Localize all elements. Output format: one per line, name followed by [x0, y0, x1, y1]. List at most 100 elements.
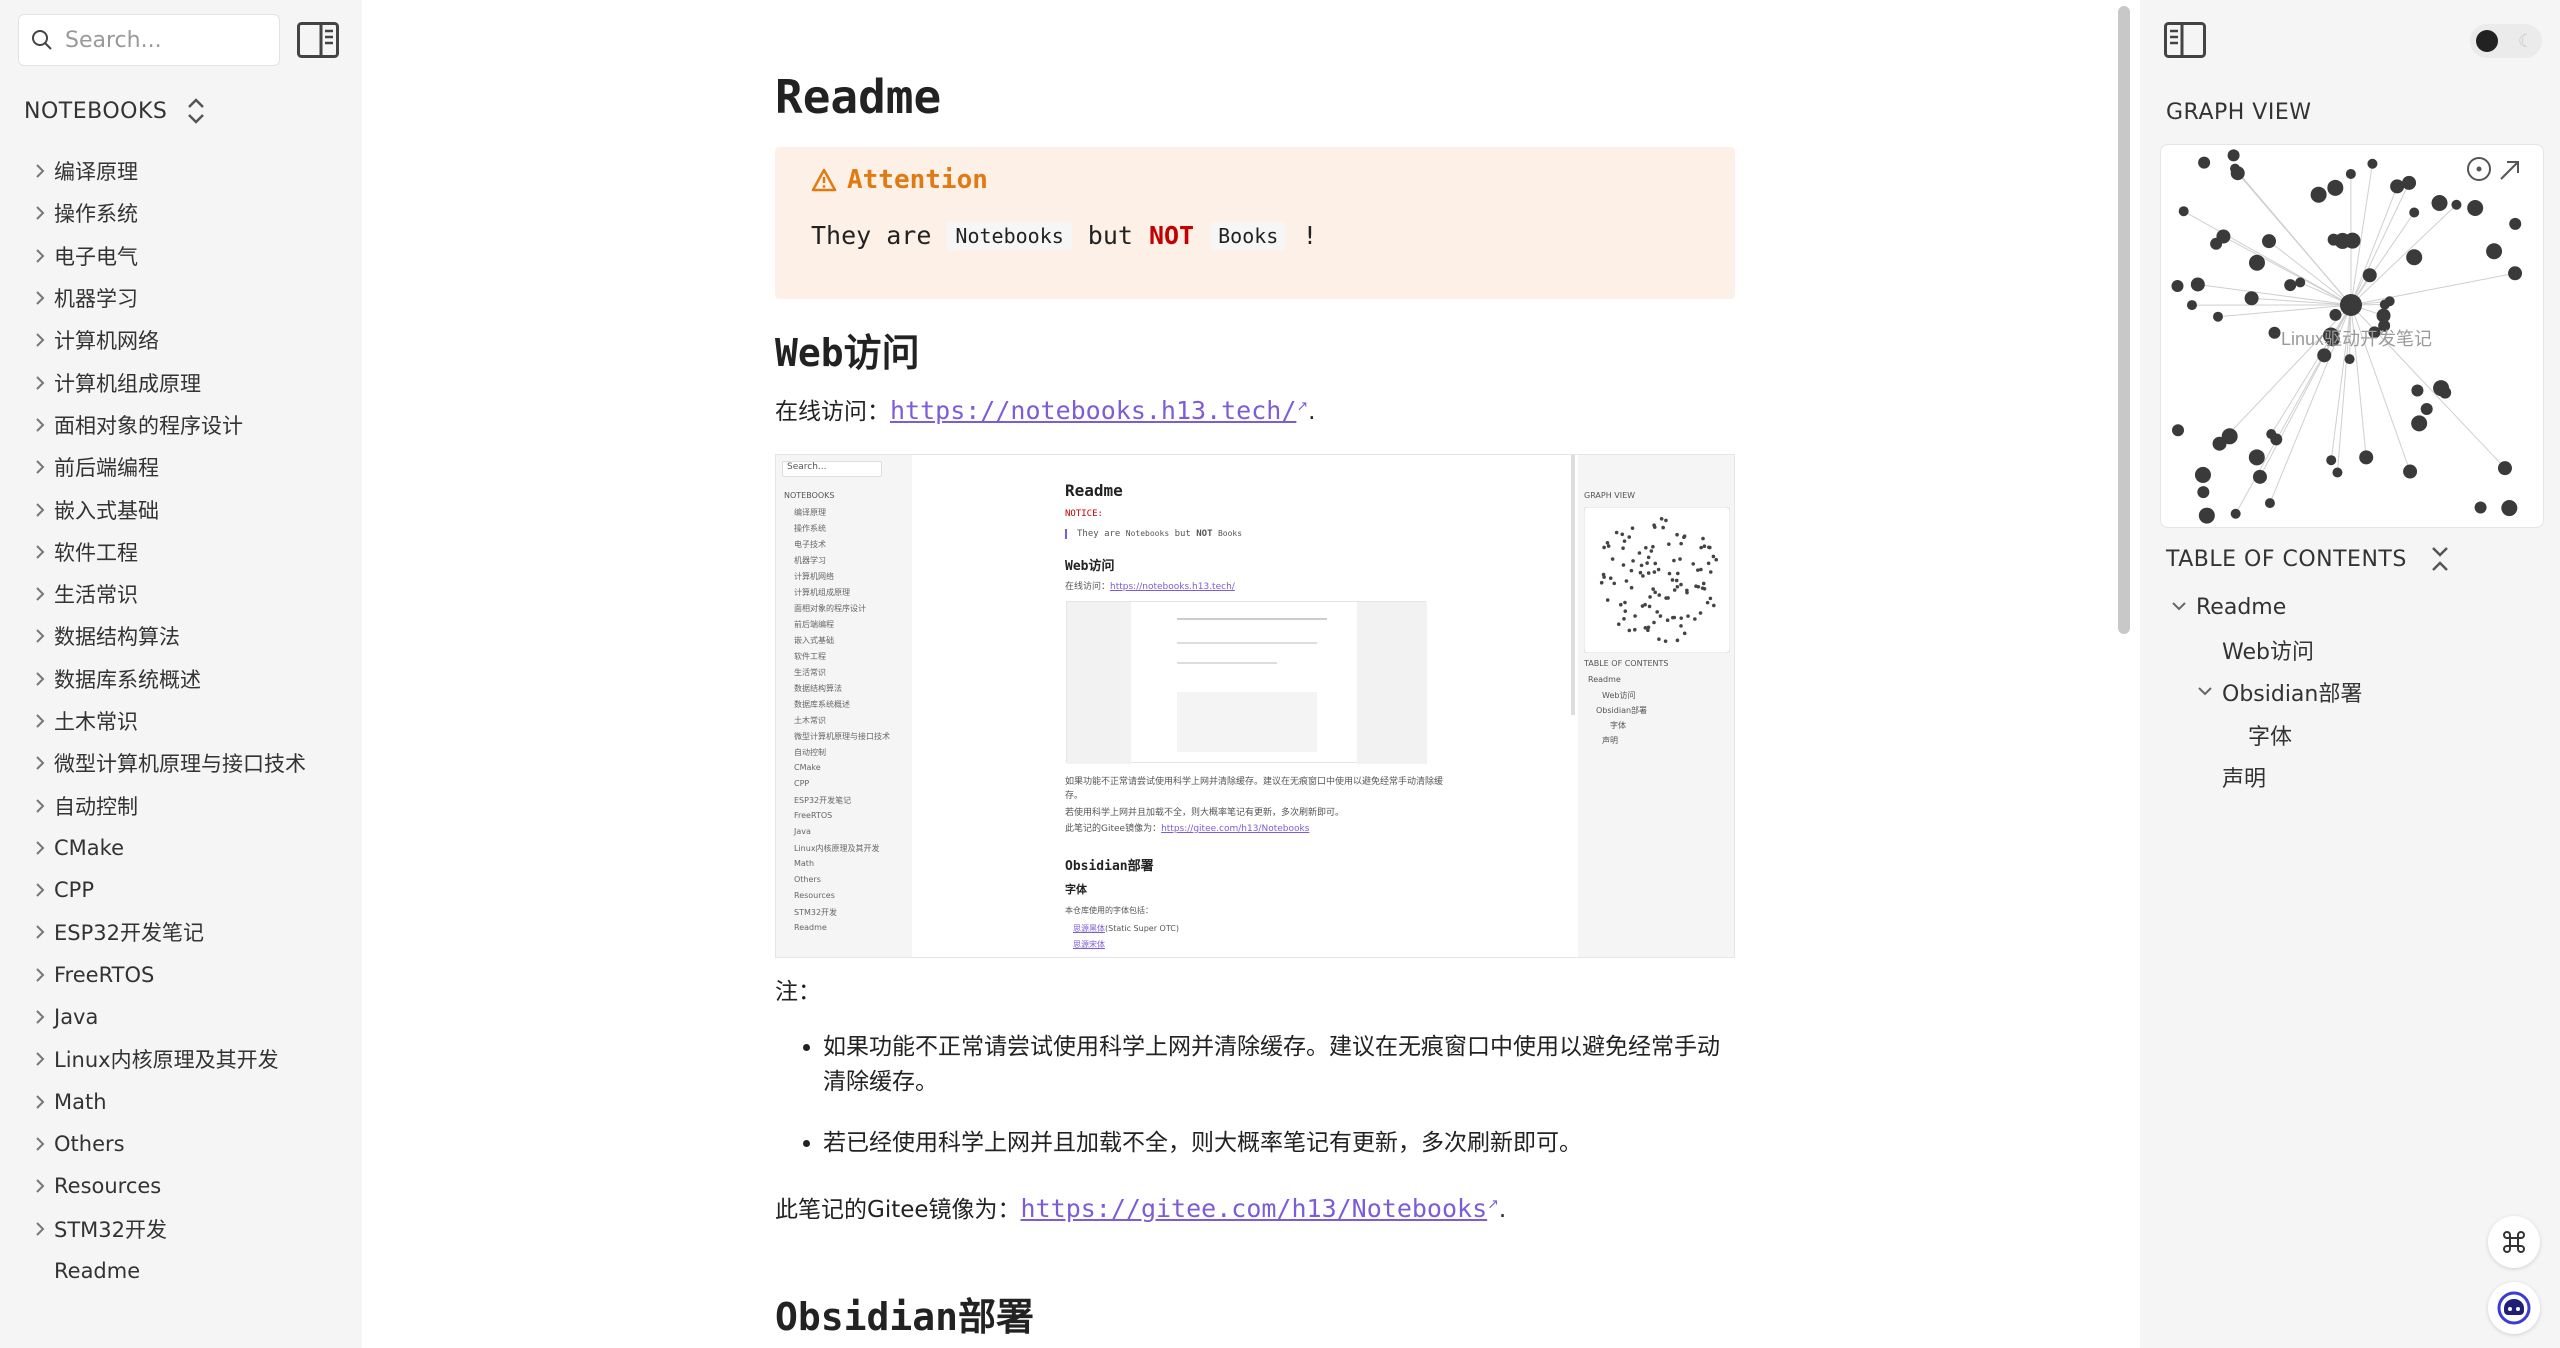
graph-node[interactable]: [2216, 229, 2231, 244]
notebook-item[interactable]: 前后端编程: [26, 446, 356, 488]
graph-node[interactable]: [2230, 163, 2241, 174]
graph-node[interactable]: [2486, 243, 2503, 260]
graph-node[interactable]: [2172, 424, 2185, 437]
right-panel-toggle-icon[interactable]: [2164, 22, 2206, 58]
graph-node[interactable]: [2497, 461, 2512, 476]
chevron-up-down-icon[interactable]: [185, 96, 207, 126]
online-access-link[interactable]: https://notebooks.h13.tech/: [890, 396, 1296, 425]
chevron-right-icon[interactable]: [26, 839, 54, 857]
graph-node[interactable]: [2317, 348, 2332, 363]
chevron-right-icon[interactable]: [26, 881, 54, 899]
graph-node[interactable]: [2340, 294, 2362, 316]
notebook-item[interactable]: 自动控制: [26, 784, 356, 826]
chevron-down-icon[interactable]: [2192, 682, 2218, 702]
graph-node[interactable]: [2367, 158, 2378, 169]
notebook-item[interactable]: 面相对象的程序设计: [26, 404, 356, 446]
command-button[interactable]: [2488, 1216, 2540, 1268]
toc-item-web[interactable]: Web访问: [2166, 629, 2362, 672]
chevron-right-icon[interactable]: [26, 501, 54, 519]
graph-node[interactable]: [2198, 507, 2215, 524]
graph-node[interactable]: [2411, 384, 2424, 397]
graph-node[interactable]: [2359, 450, 2374, 465]
graph-node[interactable]: [2212, 311, 2223, 322]
graph-node[interactable]: [2344, 354, 2355, 365]
notebook-item[interactable]: Others: [26, 1123, 356, 1165]
notebook-item[interactable]: ESP32开发笔记: [26, 911, 356, 953]
chat-assistant-button[interactable]: [2488, 1282, 2540, 1334]
chevron-right-icon[interactable]: [26, 1220, 54, 1238]
graph-node[interactable]: [2433, 380, 2450, 397]
graph-node[interactable]: [2248, 254, 2265, 271]
graph-node[interactable]: [2284, 279, 2297, 292]
notebook-item[interactable]: 数据库系统概述: [26, 658, 356, 700]
notebook-item[interactable]: 软件工程: [26, 531, 356, 573]
chevron-right-icon[interactable]: [26, 374, 54, 392]
notebook-item[interactable]: 计算机网络: [26, 319, 356, 361]
chevron-right-icon[interactable]: [26, 289, 54, 307]
graph-node[interactable]: [2248, 449, 2265, 466]
graph-node[interactable]: [2268, 326, 2281, 339]
graph-node[interactable]: [2178, 206, 2189, 217]
graph-node[interactable]: [2327, 179, 2344, 196]
graph-node[interactable]: [2509, 217, 2522, 230]
toc-item-readme[interactable]: Readme: [2166, 586, 2362, 629]
chevron-right-icon[interactable]: [26, 204, 54, 222]
graph-node[interactable]: [2252, 469, 2267, 484]
notebook-item[interactable]: STM32开发: [26, 1207, 356, 1249]
notebook-item[interactable]: 操作系统: [26, 192, 356, 234]
chevron-right-icon[interactable]: [26, 1008, 54, 1026]
notebook-item[interactable]: 电子电气: [26, 235, 356, 277]
sidebar-toggle-icon[interactable]: [297, 22, 339, 58]
chevron-right-icon[interactable]: [26, 966, 54, 984]
graph-node[interactable]: [2384, 296, 2395, 307]
graph-node[interactable]: [2362, 268, 2377, 283]
graph-node[interactable]: [2212, 436, 2227, 451]
chevron-right-icon[interactable]: [26, 458, 54, 476]
theme-toggle[interactable]: ☾: [2470, 24, 2542, 58]
chevron-right-icon[interactable]: [26, 797, 54, 815]
notebooks-header[interactable]: NOTEBOOKS: [24, 96, 207, 126]
toc-item-font[interactable]: 字体: [2166, 714, 2362, 757]
chevron-right-icon[interactable]: [26, 162, 54, 180]
notebook-item[interactable]: CPP: [26, 869, 356, 911]
graph-canvas[interactable]: Linux驱动开发笔记: [2161, 145, 2544, 528]
graph-node[interactable]: [2326, 455, 2337, 466]
notebook-item[interactable]: Java: [26, 996, 356, 1038]
chevron-right-icon[interactable]: [26, 1177, 54, 1195]
graph-node[interactable]: [2198, 156, 2211, 169]
graph-node[interactable]: [2186, 300, 2197, 311]
graph-node[interactable]: [2264, 498, 2275, 509]
main-scrollbar[interactable]: [2118, 6, 2130, 634]
notebook-item[interactable]: 计算机组成原理: [26, 361, 356, 403]
graph-node[interactable]: [2431, 194, 2448, 211]
chevron-right-icon[interactable]: [26, 416, 54, 434]
chevron-right-icon[interactable]: [26, 247, 54, 265]
graph-node[interactable]: [2197, 486, 2210, 499]
graph-node[interactable]: [2501, 500, 2518, 517]
collapse-all-icon[interactable]: [2429, 544, 2451, 574]
graph-node[interactable]: [2262, 234, 2277, 249]
chevron-right-icon[interactable]: [26, 1135, 54, 1153]
chevron-right-icon[interactable]: [26, 923, 54, 941]
notebook-item[interactable]: 机器学习: [26, 277, 356, 319]
graph-node[interactable]: [2467, 200, 2484, 217]
graph-node[interactable]: [2310, 186, 2327, 203]
graph-node[interactable]: [2402, 175, 2417, 190]
graph-node[interactable]: [2390, 179, 2405, 194]
graph-node[interactable]: [2406, 249, 2423, 266]
chevron-right-icon[interactable]: [26, 543, 54, 561]
notebook-item[interactable]: Readme: [26, 1250, 356, 1292]
graph-node[interactable]: [2332, 467, 2343, 478]
graph-node[interactable]: [2244, 291, 2259, 306]
notebook-item[interactable]: 微型计算机原理与接口技术: [26, 742, 356, 784]
chevron-right-icon[interactable]: [26, 331, 54, 349]
chevron-right-icon[interactable]: [26, 627, 54, 645]
search-box[interactable]: [18, 14, 280, 66]
graph-node[interactable]: [2403, 464, 2418, 479]
gitee-link[interactable]: https://gitee.com/h13/Notebooks: [1021, 1194, 1488, 1223]
graph-node[interactable]: [2190, 277, 2205, 292]
notebook-item[interactable]: 生活常识: [26, 573, 356, 615]
graph-node[interactable]: [2345, 168, 2356, 179]
graph-node[interactable]: [2411, 415, 2428, 432]
graph-node[interactable]: [2171, 279, 2184, 292]
